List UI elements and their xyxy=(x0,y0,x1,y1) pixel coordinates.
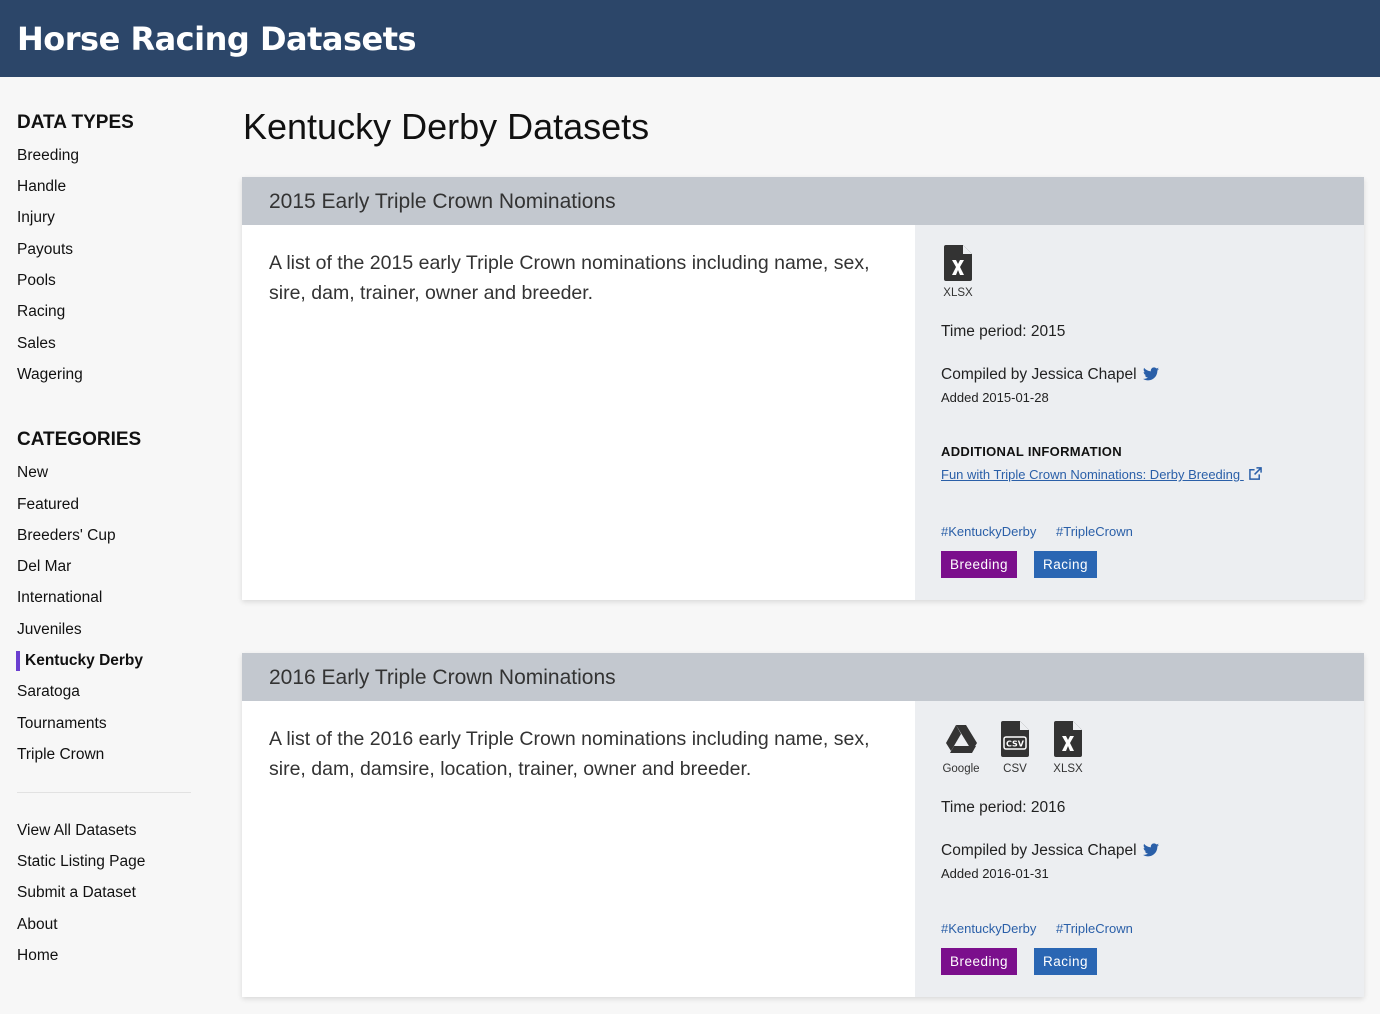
hashtag-kentucky-derby[interactable]: #KentuckyDerby xyxy=(941,524,1036,539)
sidebar-item-international[interactable]: International xyxy=(17,588,102,608)
twitter-icon[interactable] xyxy=(1142,843,1159,863)
badge-racing[interactable]: Racing xyxy=(1034,948,1098,975)
card-metadata-panel: XLSX Time period: 2015 Compiled by Jessi… xyxy=(915,225,1364,600)
format-label: XLSX xyxy=(1053,763,1083,775)
dataset-card: 2015 Early Triple Crown Nominations A li… xyxy=(242,177,1364,600)
svg-text:CSV: CSV xyxy=(1006,740,1025,749)
sidebar-item-payouts[interactable]: Payouts xyxy=(17,240,73,260)
card-header: 2016 Early Triple Crown Nominations xyxy=(242,653,1364,701)
top-bar: Horse Racing Datasets xyxy=(0,0,1380,77)
compiled-by-row: Compiled by Jessica Chapel xyxy=(941,365,1159,387)
card-header: 2015 Early Triple Crown Nominations xyxy=(242,177,1364,225)
badge-breeding[interactable]: Breeding xyxy=(941,551,1018,578)
sidebar-item-tournaments[interactable]: Tournaments xyxy=(17,714,107,734)
sidebar-link-view-all-datasets[interactable]: View All Datasets xyxy=(17,821,136,841)
format-xlsx[interactable]: XLSX xyxy=(1051,721,1085,776)
format-csv[interactable]: CSV CSV xyxy=(1000,721,1030,776)
sidebar-item-saratoga[interactable]: Saratoga xyxy=(17,682,80,702)
card-description: A list of the 2015 early Triple Crown no… xyxy=(269,252,870,304)
sidebar-link-static-listing[interactable]: Static Listing Page xyxy=(17,852,145,872)
sidebar-item-handle[interactable]: Handle xyxy=(17,177,66,197)
twitter-icon[interactable] xyxy=(1142,367,1159,387)
page-title: Kentucky Derby Datasets xyxy=(243,106,650,147)
google-drive-icon xyxy=(946,725,977,753)
additional-info-link-text[interactable]: Fun with Triple Crown Nominations: Derby… xyxy=(941,467,1240,482)
xlsx-file-icon xyxy=(1054,721,1082,757)
site-title[interactable]: Horse Racing Datasets xyxy=(17,17,417,61)
sidebar-link-about[interactable]: About xyxy=(17,915,58,935)
hashtag-triple-crown[interactable]: #TripleCrown xyxy=(1056,524,1133,539)
sidebar-link-home[interactable]: Home xyxy=(17,946,58,966)
compiled-by-row: Compiled by Jessica Chapel xyxy=(941,841,1159,863)
external-link-icon xyxy=(1248,467,1262,480)
time-period: Time period: 2015 xyxy=(941,323,1066,340)
sidebar-item-featured[interactable]: Featured xyxy=(17,495,79,515)
sidebar-link-submit-dataset[interactable]: Submit a Dataset xyxy=(17,883,136,903)
card-title[interactable]: 2015 Early Triple Crown Nominations xyxy=(269,189,616,215)
csv-file-icon: CSV xyxy=(1001,721,1029,757)
card-metadata-panel: Google CSV CSV XLSX Time period: 2016 Co… xyxy=(915,701,1364,997)
sidebar-item-sales[interactable]: Sales xyxy=(17,334,56,354)
compiled-by: Compiled by Jessica Chapel xyxy=(941,366,1137,383)
hashtag-kentucky-derby[interactable]: #KentuckyDerby xyxy=(941,921,1036,936)
hashtag-triple-crown[interactable]: #TripleCrown xyxy=(1056,921,1133,936)
sidebar-item-triple-crown[interactable]: Triple Crown xyxy=(17,745,104,765)
compiled-by: Compiled by Jessica Chapel xyxy=(941,842,1137,859)
sidebar-item-del-mar[interactable]: Del Mar xyxy=(17,557,71,577)
dataset-card: 2016 Early Triple Crown Nominations A li… xyxy=(242,653,1364,997)
card-description: A list of the 2016 early Triple Crown no… xyxy=(269,728,870,780)
sidebar-item-wagering[interactable]: Wagering xyxy=(17,365,83,385)
format-google[interactable]: Google xyxy=(941,721,981,776)
format-xlsx[interactable]: XLSX xyxy=(941,245,975,300)
added-date: Added 2015-01-28 xyxy=(941,390,1049,405)
format-label: CSV xyxy=(1003,763,1027,775)
data-types-heading: DATA TYPES xyxy=(17,112,134,133)
sidebar-item-racing[interactable]: Racing xyxy=(17,302,65,322)
sidebar-item-new[interactable]: New xyxy=(17,463,48,483)
sidebar-item-pools[interactable]: Pools xyxy=(17,271,56,291)
badge-breeding[interactable]: Breeding xyxy=(941,948,1018,975)
sidebar-item-breeders-cup[interactable]: Breeders' Cup xyxy=(17,526,116,546)
time-period: Time period: 2016 xyxy=(941,799,1066,816)
format-label: Google xyxy=(942,763,980,775)
additional-info-heading: ADDITIONAL INFORMATION xyxy=(941,444,1122,459)
badge-racing[interactable]: Racing xyxy=(1034,551,1098,578)
sidebar-item-injury[interactable]: Injury xyxy=(17,208,55,228)
sidebar-item-breeding[interactable]: Breeding xyxy=(17,146,79,166)
card-title[interactable]: 2016 Early Triple Crown Nominations xyxy=(269,665,616,691)
sidebar-item-juveniles[interactable]: Juveniles xyxy=(17,620,82,640)
additional-info-link[interactable]: Fun with Triple Crown Nominations: Derby… xyxy=(941,467,1262,482)
categories-heading: CATEGORIES xyxy=(17,429,142,450)
format-label: XLSX xyxy=(943,287,973,299)
xlsx-file-icon xyxy=(944,245,972,281)
sidebar-divider xyxy=(17,792,191,793)
added-date: Added 2016-01-31 xyxy=(941,866,1049,881)
sidebar-item-kentucky-derby[interactable]: Kentucky Derby xyxy=(16,651,143,671)
